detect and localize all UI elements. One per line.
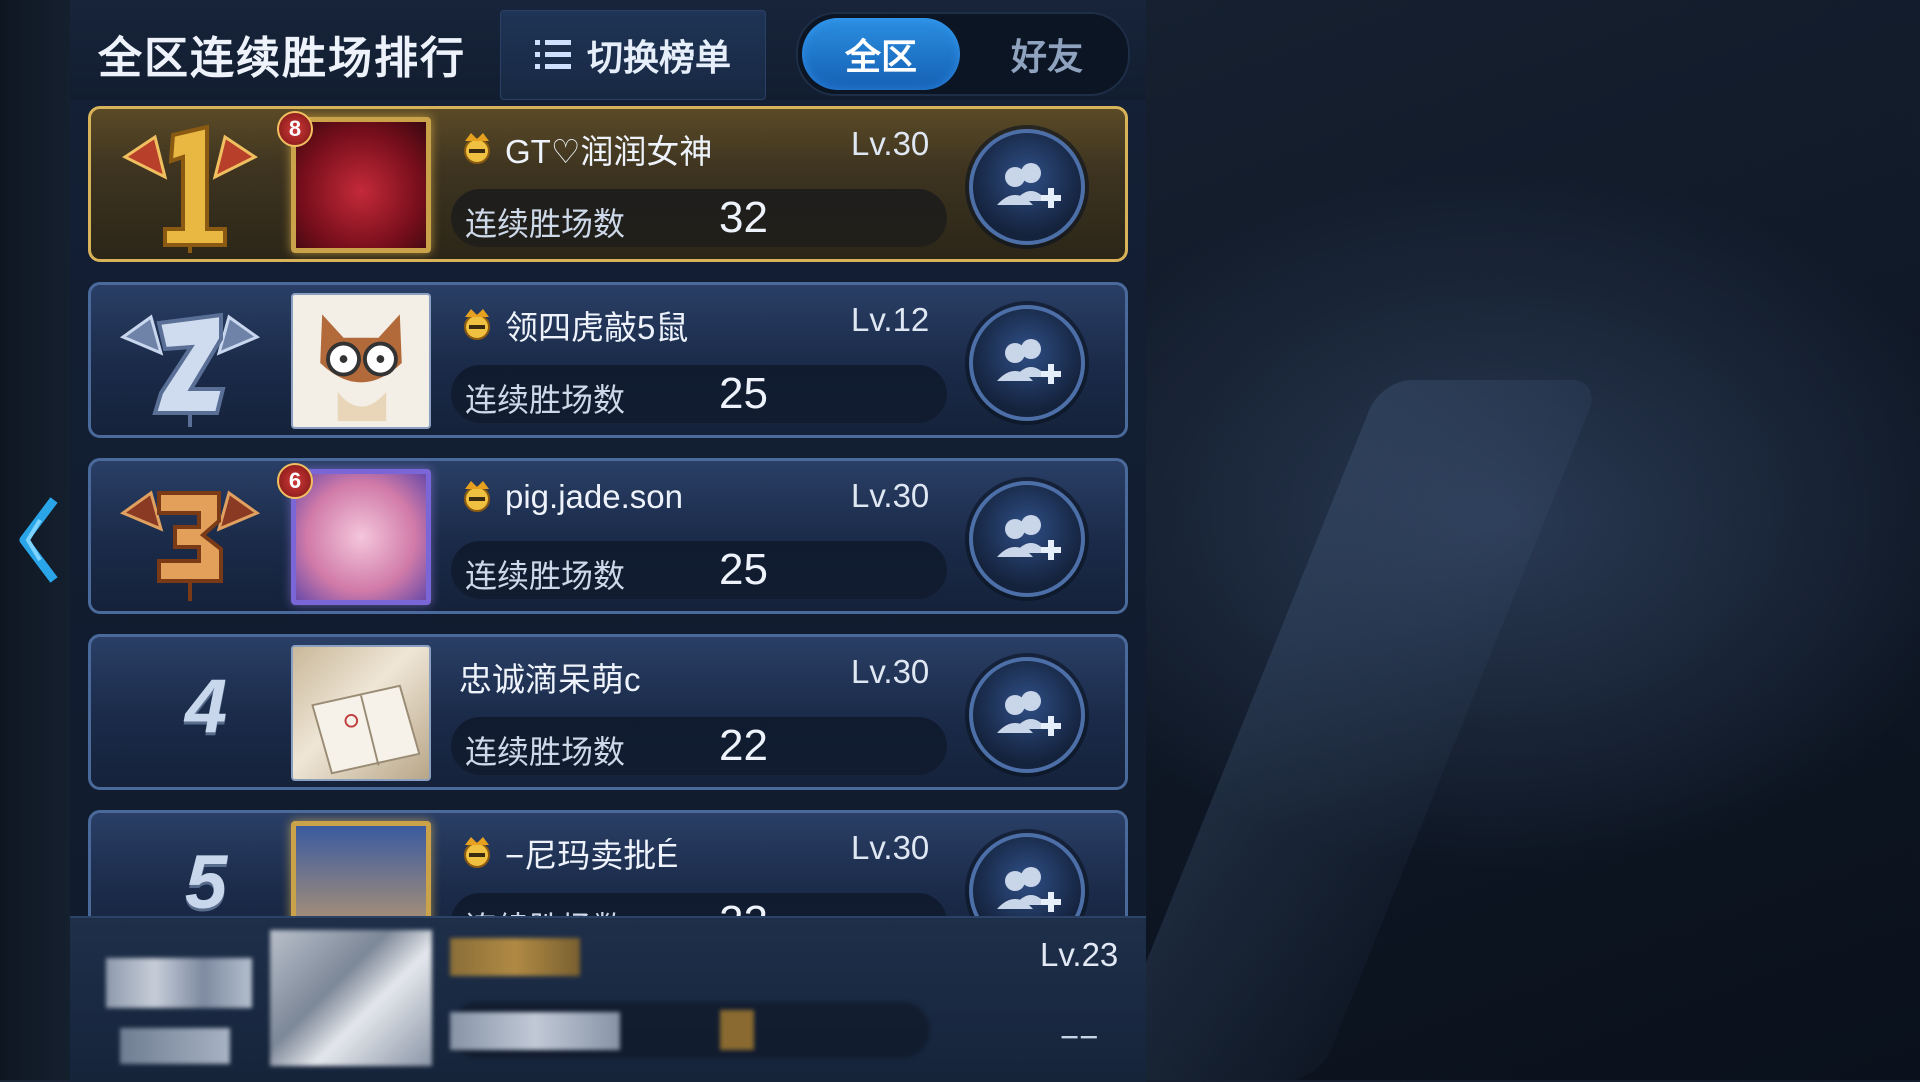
avatar[interactable]	[291, 469, 431, 605]
stat-label: 连续胜场数	[465, 734, 626, 770]
avatar[interactable]	[291, 821, 431, 916]
rank-3-badge-icon	[119, 490, 261, 601]
table-row: 4 忠诚滴呆萌c Lv.30 连续胜场数 22	[88, 634, 1128, 790]
crown-icon	[464, 837, 490, 868]
player-name: 忠诚滴呆萌c	[459, 661, 641, 698]
add-friend-button[interactable]	[969, 657, 1085, 773]
win-streak-value: 32	[719, 193, 768, 242]
table-row: 6 pig.jade.son Lv.30 连续胜场数 25	[88, 458, 1128, 614]
header: 全区连续胜场排行 切换榜单 全区 好友	[70, 0, 1146, 100]
tab-all-region[interactable]: 全区	[802, 18, 960, 90]
my-stat-label-redacted	[450, 1012, 620, 1050]
win-streak-value: 25	[719, 545, 768, 594]
my-level: Lv.23	[1040, 936, 1119, 973]
tab-friends[interactable]: 好友	[968, 18, 1126, 90]
scope-toggle: 全区 好友	[796, 12, 1130, 96]
crown-icon	[464, 133, 490, 164]
avatar-image	[311, 684, 421, 775]
player-level: Lv.30	[851, 125, 930, 162]
my-rank-redacted	[106, 958, 252, 1008]
table-row: 领四虎敲5鼠 Lv.12 连续胜场数 25	[88, 282, 1128, 438]
background-decoration	[1098, 380, 1602, 1080]
win-streak-value: 22	[719, 721, 768, 770]
my-rank-sub-redacted	[120, 1028, 230, 1064]
my-stat-mark-redacted	[720, 1010, 754, 1050]
add-friend-icon	[997, 867, 1061, 912]
add-friend-icon	[997, 163, 1061, 208]
ranking-list[interactable]: 8 GT♡润润女神 Lv.30 连续胜场数 32 领四虎敲5鼠 Lv.12 连续…	[88, 106, 1130, 916]
switch-list-button[interactable]: 切换榜单	[500, 10, 766, 100]
stat-bar: 连续胜场数 25	[451, 541, 947, 599]
avatar-image	[320, 314, 402, 422]
list-icon	[534, 40, 571, 70]
rank-2-badge-icon	[119, 312, 261, 427]
stat-label: 连续胜场数	[465, 382, 626, 418]
stat-bar: 连续胜场数 22	[451, 893, 947, 916]
stat-bar: 连续胜场数 32	[451, 189, 947, 247]
switch-list-label: 切换榜单	[586, 37, 731, 78]
player-level: Lv.30	[851, 829, 930, 866]
add-friend-button[interactable]	[969, 305, 1085, 421]
my-avatar[interactable]	[270, 930, 432, 1066]
stat-label: 连续胜场数	[465, 903, 625, 916]
add-friend-button[interactable]	[969, 833, 1085, 916]
rank-number: 5	[184, 840, 228, 916]
player-name: pig.jade.son	[505, 478, 683, 515]
stat-bar: 连续胜场数 25	[451, 365, 947, 423]
frame-level-badge: 6	[277, 463, 313, 499]
add-friend-button[interactable]	[969, 481, 1085, 597]
add-friend-button[interactable]	[969, 129, 1085, 245]
avatar[interactable]	[291, 645, 431, 781]
table-row: 5 −尼玛卖批É Lv.30 连续胜场数 22	[88, 810, 1128, 916]
avatar[interactable]	[291, 117, 431, 253]
crown-icon	[464, 481, 490, 512]
win-streak-value: 25	[719, 369, 768, 418]
stat-bar: 连续胜场数 22	[451, 717, 947, 775]
my-win-streak-value: −−	[1060, 1018, 1099, 1055]
chevron-left-icon[interactable]	[10, 490, 64, 590]
my-rank-bar: Lv.23 −−	[70, 916, 1146, 1082]
player-level: Lv.30	[851, 653, 930, 690]
rank-1-badge-icon	[122, 124, 258, 253]
win-streak-value: 22	[719, 897, 768, 916]
player-level: Lv.12	[851, 301, 930, 338]
player-name: −尼玛卖批É	[505, 837, 679, 874]
rank-number: 4	[184, 664, 228, 749]
page-title: 全区连续胜场排行	[98, 34, 466, 83]
player-name: GT♡润润女神	[505, 133, 713, 170]
player-name: 领四虎敲5鼠	[505, 309, 689, 346]
stat-label: 连续胜场数	[465, 206, 626, 242]
player-level: Lv.30	[851, 477, 930, 514]
stat-label: 连续胜场数	[465, 558, 626, 594]
add-friend-icon	[997, 339, 1061, 384]
frame-level-badge: 8	[277, 111, 313, 147]
add-friend-icon	[997, 691, 1061, 736]
avatar[interactable]	[291, 293, 431, 429]
side-strip	[0, 0, 70, 1080]
add-friend-icon	[997, 515, 1061, 560]
my-name-redacted	[450, 938, 580, 976]
crown-icon	[464, 309, 490, 340]
table-row: 8 GT♡润润女神 Lv.30 连续胜场数 32	[88, 106, 1128, 262]
